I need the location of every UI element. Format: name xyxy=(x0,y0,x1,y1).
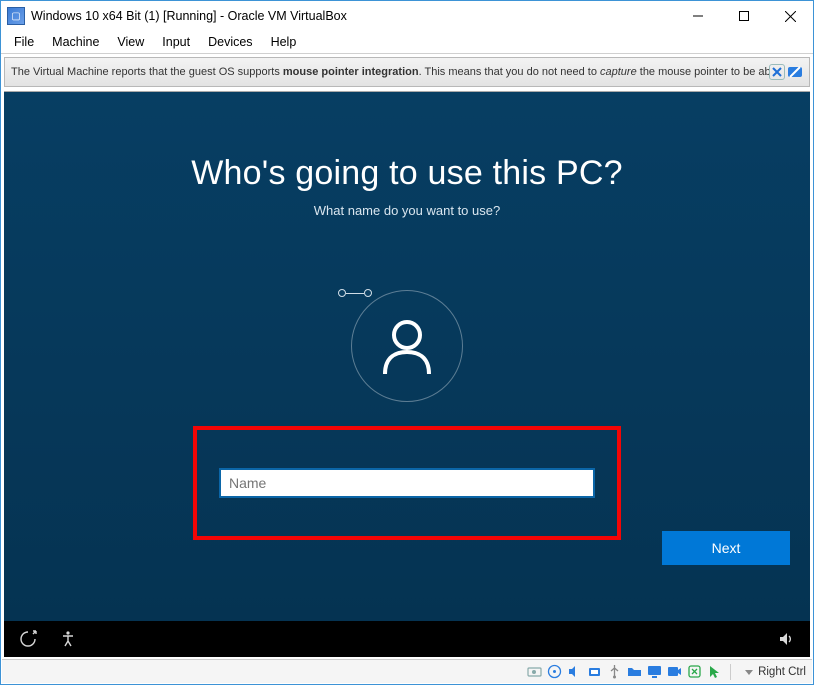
ease-of-access-icon xyxy=(19,630,37,648)
notification-bar: The Virtual Machine reports that the gue… xyxy=(4,57,810,87)
suppress-icon xyxy=(787,64,803,80)
audio-indicator-icon[interactable] xyxy=(566,663,583,680)
cpu-indicator-icon[interactable] xyxy=(686,663,703,680)
minimize-icon xyxy=(693,11,703,21)
display-indicator-icon[interactable] xyxy=(646,663,663,680)
user-avatar-placeholder xyxy=(351,290,463,402)
maximize-icon xyxy=(739,11,749,21)
volume-icon xyxy=(777,630,795,648)
titlebar: ▢ Windows 10 x64 Bit (1) [Running] - Ora… xyxy=(1,1,813,31)
deco-dot xyxy=(338,289,346,297)
menu-help[interactable]: Help xyxy=(262,33,306,51)
recording-indicator-icon[interactable] xyxy=(666,663,683,680)
menubar: File Machine View Input Devices Help xyxy=(1,31,813,53)
notification-text-italic: capture xyxy=(600,66,637,78)
mouse-integration-indicator-icon[interactable] xyxy=(706,663,723,680)
menubar-separator xyxy=(1,53,813,54)
volume-button[interactable] xyxy=(774,627,798,651)
host-key-indicator[interactable]: Right Ctrl xyxy=(742,665,806,679)
avatar-decoration xyxy=(338,289,372,297)
ease-of-access-button[interactable] xyxy=(16,627,40,651)
menu-machine[interactable]: Machine xyxy=(43,33,108,51)
close-button[interactable] xyxy=(767,1,813,31)
shared-folders-indicator-icon[interactable] xyxy=(626,663,643,680)
host-key-label: Right Ctrl xyxy=(758,666,806,678)
maximize-button[interactable] xyxy=(721,1,767,31)
suppress-notification-button[interactable] xyxy=(787,64,803,80)
notification-text: The Virtual Machine reports that the gue… xyxy=(11,66,769,78)
window-title: Windows 10 x64 Bit (1) [Running] - Oracl… xyxy=(31,9,675,23)
page-subtitle: What name do you want to use? xyxy=(314,203,500,218)
minimize-button[interactable] xyxy=(675,1,721,31)
menu-file[interactable]: File xyxy=(5,33,43,51)
window-controls xyxy=(675,1,813,31)
menu-view[interactable]: View xyxy=(108,33,153,51)
optical-drive-indicator-icon[interactable] xyxy=(546,663,563,680)
oobe-screen: Who's going to use this PC? What name do… xyxy=(4,92,810,621)
deco-line xyxy=(346,293,364,294)
person-icon xyxy=(375,314,439,378)
network-indicator-icon[interactable] xyxy=(586,663,603,680)
oobe-bottom-bar xyxy=(4,621,810,657)
vm-display[interactable]: Who's going to use this PC? What name do… xyxy=(4,91,810,657)
name-input[interactable] xyxy=(219,468,595,498)
notification-text-middle: . This means that you do not need to xyxy=(419,66,600,78)
virtualbox-window: ▢ Windows 10 x64 Bit (1) [Running] - Ora… xyxy=(0,0,814,685)
close-icon xyxy=(772,67,782,77)
keyboard-down-icon xyxy=(742,665,756,679)
hard-disk-indicator-icon[interactable] xyxy=(526,663,543,680)
page-title: Who's going to use this PC? xyxy=(191,154,622,193)
notification-text-bold: mouse pointer integration xyxy=(283,66,419,78)
accessibility-icon xyxy=(59,630,77,648)
notification-actions xyxy=(769,64,803,80)
next-button[interactable]: Next xyxy=(662,531,790,565)
usb-indicator-icon[interactable] xyxy=(606,663,623,680)
deco-dot xyxy=(364,289,372,297)
status-bar: Right Ctrl xyxy=(2,659,812,683)
highlight-box xyxy=(193,426,621,540)
notification-text-suffix: the mouse pointer to be able to xyxy=(637,66,769,78)
notification-text-prefix: The Virtual Machine reports that the gue… xyxy=(11,66,283,78)
statusbar-separator xyxy=(730,664,731,680)
accessibility-button[interactable] xyxy=(56,627,80,651)
virtualbox-app-icon: ▢ xyxy=(7,7,25,25)
dismiss-notification-button[interactable] xyxy=(769,64,785,80)
close-icon xyxy=(785,11,796,22)
menu-input[interactable]: Input xyxy=(153,33,199,51)
menu-devices[interactable]: Devices xyxy=(199,33,261,51)
